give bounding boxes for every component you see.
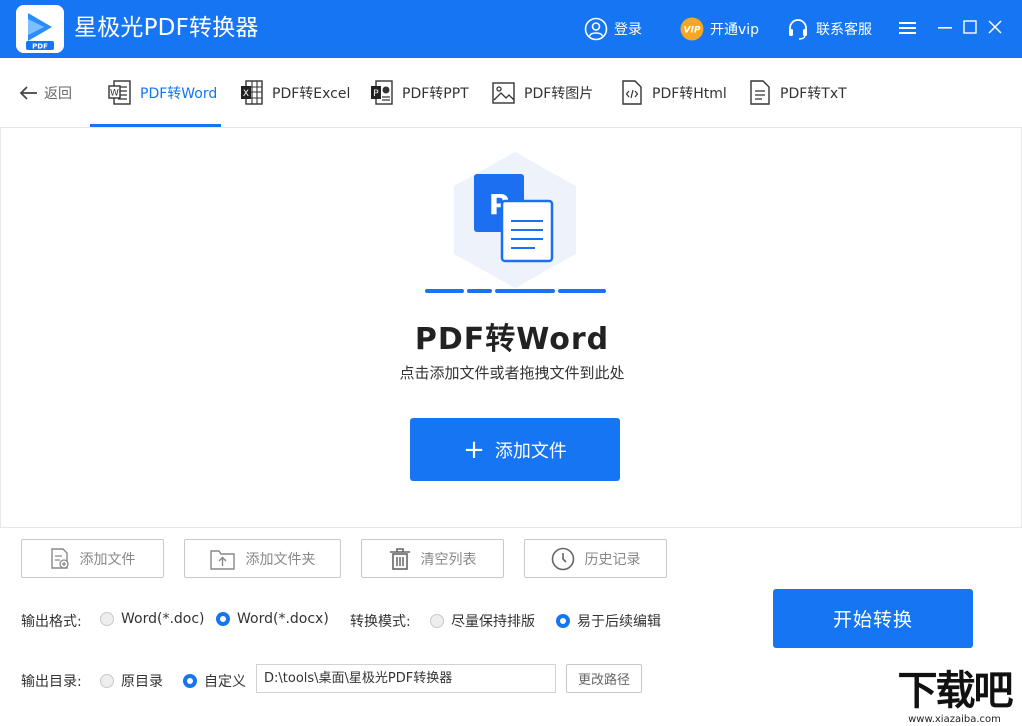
dir-custom-radio[interactable]: 自定义 xyxy=(183,671,246,691)
html-file-icon xyxy=(622,80,642,105)
add-folder-button[interactable]: 添加文件夹 xyxy=(184,539,341,578)
output-dir-label: 输出目录: xyxy=(21,674,82,690)
mode-easy-edit-radio[interactable]: 易于后续编辑 xyxy=(556,611,661,631)
vip-icon: VIP xyxy=(680,17,704,41)
add-file-icon xyxy=(50,547,69,569)
tab-pdf-to-image[interactable]: PDF转图片 xyxy=(492,78,593,108)
minimize-button[interactable] xyxy=(933,17,957,41)
radio-dot xyxy=(100,674,114,688)
mode-keep-layout-radio[interactable]: 尽量保持排版 xyxy=(430,611,535,631)
settings-panel: 添加文件 添加文件夹 清空列表 历史记录 输出格式: Word(*.doc) W… xyxy=(0,527,1022,726)
app-title: 星极光PDF转换器 xyxy=(74,15,259,41)
radio-label: 自定义 xyxy=(204,674,246,690)
radio-dot-selected xyxy=(216,612,230,626)
start-convert-button[interactable]: 开始转换 xyxy=(773,589,973,648)
main-title: PDF转Word xyxy=(414,322,610,357)
clear-list-button[interactable]: 清空列表 xyxy=(361,539,504,578)
watermark-url: www.xiazaiba.com xyxy=(887,713,1022,726)
tab-bar: 返回 W PDF转Word X PDF转Excel P PDF转PPT PDF转… xyxy=(0,58,1022,128)
add-file-button[interactable]: + 添加文件 xyxy=(410,418,620,481)
svg-text:VIP: VIP xyxy=(684,26,701,36)
tab-pdf-to-ppt[interactable]: P PDF转PPT xyxy=(370,78,469,108)
tab-pdf-to-html[interactable]: PDF转Html xyxy=(620,78,727,108)
watermark: 下载吧 www.xiazaiba.com xyxy=(887,668,1022,726)
back-button[interactable]: 返回 xyxy=(20,82,72,104)
format-docx-radio[interactable]: Word(*.docx) xyxy=(216,611,329,627)
radio-label: 易于后续编辑 xyxy=(577,614,661,630)
app-window: PDF 星极光PDF转换器 登录 VIP 开通vip 联系客服 返回 W PDF… xyxy=(0,0,1022,726)
add-file-label: 添加文件 xyxy=(494,440,567,462)
change-path-button[interactable]: 更改路径 xyxy=(566,664,642,693)
dir-original-radio[interactable]: 原目录 xyxy=(100,671,163,691)
svg-text:W: W xyxy=(110,89,119,99)
radio-dot-selected xyxy=(556,614,570,628)
back-label: 返回 xyxy=(44,86,72,102)
output-path-field[interactable]: D:\tools\桌面\星极光PDF转换器 xyxy=(256,664,556,693)
convert-mode-label: 转换模式: xyxy=(350,614,411,630)
history-button[interactable]: 历史记录 xyxy=(524,539,667,578)
login-label: 登录 xyxy=(614,22,642,38)
login-button[interactable]: 登录 xyxy=(584,14,642,44)
txt-file-icon xyxy=(750,80,770,105)
svg-text:P: P xyxy=(373,89,379,99)
tab-pdf-to-word[interactable]: W PDF转Word xyxy=(108,78,217,108)
vip-button[interactable]: VIP 开通vip xyxy=(680,14,759,44)
radio-dot xyxy=(430,614,444,628)
tab-label: PDF转Excel xyxy=(272,86,351,102)
tab-label: PDF转Html xyxy=(652,86,727,102)
hero-illustration: P xyxy=(423,150,607,296)
trash-icon xyxy=(389,547,410,570)
clock-icon xyxy=(551,547,574,570)
tab-label: PDF转图片 xyxy=(524,86,594,102)
main-subtitle: 点击添加文件或者拖拽文件到此处 xyxy=(399,364,625,382)
tab-pdf-to-txt[interactable]: PDF转TxT xyxy=(748,78,847,108)
close-icon xyxy=(987,19,1003,39)
arrow-left-icon xyxy=(20,86,37,100)
maximize-icon xyxy=(962,19,978,39)
title-bar: PDF 星极光PDF转换器 登录 VIP 开通vip 联系客服 xyxy=(0,0,1022,58)
close-button[interactable] xyxy=(983,17,1007,41)
excel-file-icon: X xyxy=(241,80,263,105)
menu-button[interactable] xyxy=(896,17,920,41)
word-file-icon: W xyxy=(108,80,131,105)
headset-icon xyxy=(786,17,810,41)
radio-dot-selected xyxy=(183,674,197,688)
active-tab-indicator xyxy=(90,124,221,127)
ppt-file-icon: P xyxy=(371,80,393,105)
customer-service-label: 联系客服 xyxy=(816,22,872,38)
radio-label: 原目录 xyxy=(121,674,163,690)
format-doc-radio[interactable]: Word(*.doc) xyxy=(100,611,205,627)
user-icon xyxy=(584,17,608,41)
tab-label: PDF转TxT xyxy=(780,86,847,102)
tool-label: 添加文件 xyxy=(79,551,136,568)
output-format-label: 输出格式: xyxy=(21,614,82,630)
tool-label: 添加文件夹 xyxy=(245,551,316,568)
radio-label: Word(*.doc) xyxy=(121,611,205,627)
app-logo: PDF xyxy=(16,5,64,53)
file-drop-area[interactable]: P PDF转Word 点击添加文件或者拖拽文件到此处 + 添加文件 xyxy=(0,128,1022,527)
radio-label: 尽量保持排版 xyxy=(451,614,535,630)
tab-pdf-to-excel[interactable]: X PDF转Excel xyxy=(240,78,350,108)
add-file-tool-button[interactable]: 添加文件 xyxy=(21,539,164,578)
tool-label: 清空列表 xyxy=(420,551,477,568)
radio-label: Word(*.docx) xyxy=(237,611,329,627)
hamburger-menu-icon xyxy=(899,20,917,39)
tool-label: 历史记录 xyxy=(584,551,641,568)
minimize-icon xyxy=(937,19,953,39)
add-folder-icon xyxy=(209,549,235,570)
plus-icon: + xyxy=(463,434,485,465)
watermark-logo: 下载吧 xyxy=(887,668,1022,714)
customer-service-button[interactable]: 联系客服 xyxy=(786,14,872,44)
svg-text:X: X xyxy=(243,89,249,99)
vip-label: 开通vip xyxy=(710,22,760,38)
radio-dot xyxy=(100,612,114,626)
tab-label: PDF转Word xyxy=(140,86,218,102)
tab-label: PDF转PPT xyxy=(402,86,469,102)
image-file-icon xyxy=(492,82,515,104)
svg-text:PDF: PDF xyxy=(32,43,48,51)
maximize-button[interactable] xyxy=(958,17,982,41)
